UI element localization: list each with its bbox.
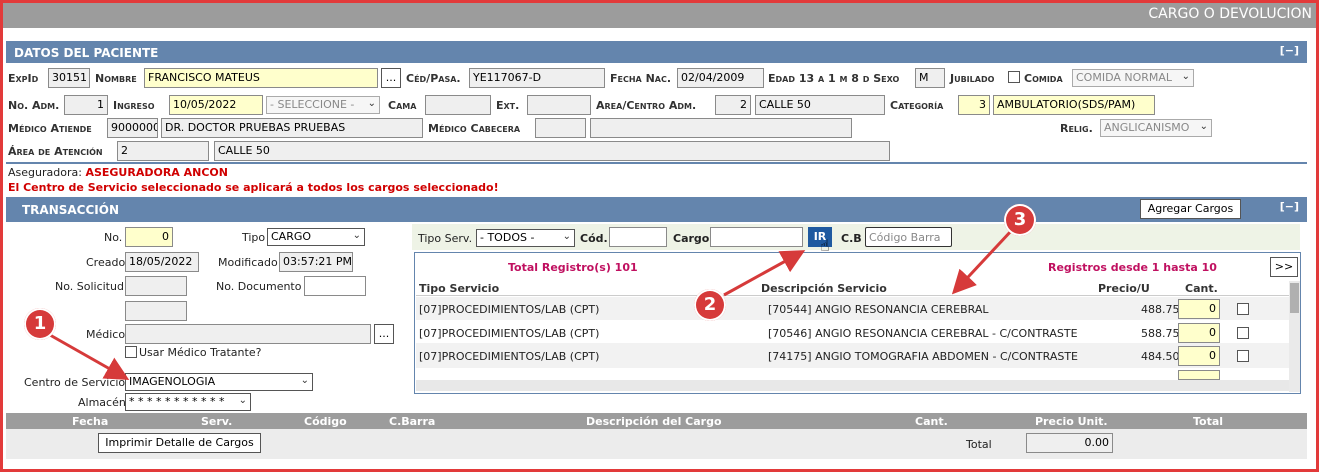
marker-1: 1	[24, 308, 56, 340]
arrow-1	[49, 333, 130, 380]
marker-3: 3	[1004, 204, 1036, 236]
marker-2: 2	[694, 289, 726, 321]
arrow-3	[951, 228, 1014, 295]
annotation-arrows	[49, 228, 1014, 380]
arrow-2	[723, 250, 806, 297]
